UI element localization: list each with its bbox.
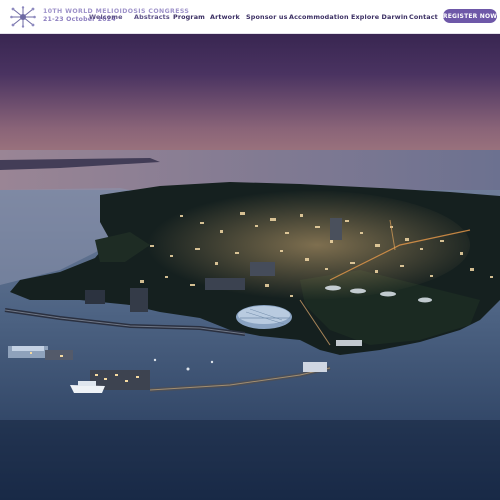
nav-item-artwork[interactable]: Artwork bbox=[210, 13, 240, 21]
register-now-button[interactable]: REGISTER NOW bbox=[443, 9, 497, 23]
nav-item-program[interactable]: Program bbox=[173, 13, 205, 21]
site-header: 10TH WORLD MELIOIDOSIS CONGRESS 21-23 Oc… bbox=[0, 0, 500, 34]
nav-item-welcome[interactable]: Welcome bbox=[89, 13, 123, 21]
nav-item-explore-darwin[interactable]: Explore Darwin bbox=[351, 13, 408, 21]
nav-item-contact[interactable]: Contact bbox=[409, 13, 438, 21]
page: 10TH WORLD MELIOIDOSIS CONGRESS 21-23 Oc… bbox=[0, 0, 500, 500]
hero-image bbox=[0, 0, 500, 500]
aerial-city-photo bbox=[0, 0, 500, 500]
nav-item-abstracts[interactable]: Abstracts bbox=[134, 13, 170, 21]
starburst-network-logo-icon bbox=[10, 5, 36, 28]
nav-item-sponsor-us[interactable]: Sponsor us bbox=[246, 13, 288, 21]
nav-item-accommodation[interactable]: Accommodation bbox=[289, 13, 349, 21]
logo[interactable] bbox=[8, 5, 38, 29]
